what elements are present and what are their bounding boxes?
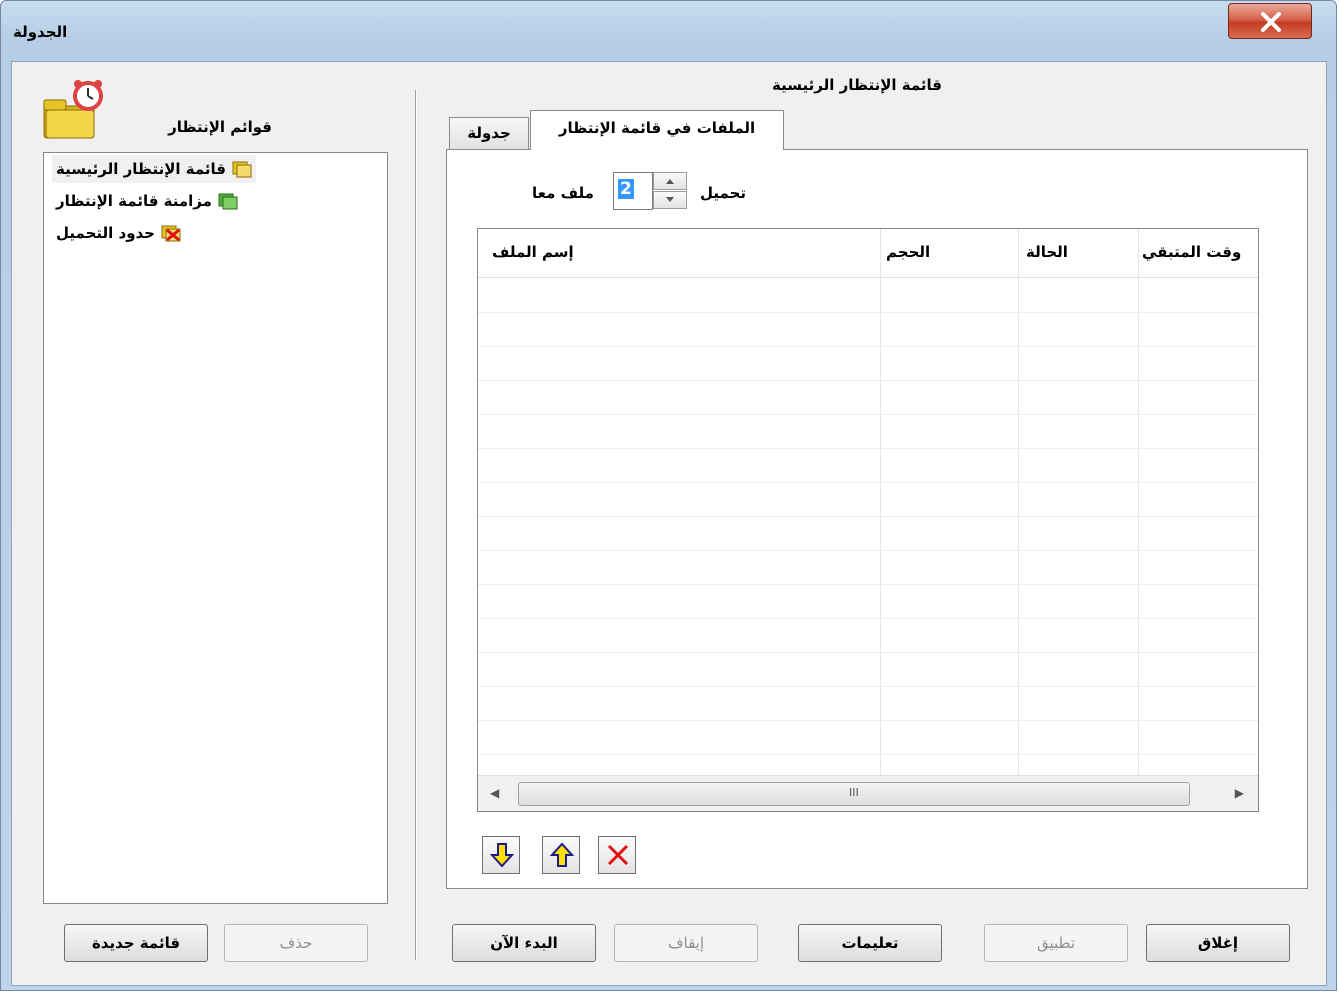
column-header-status[interactable]: الحالة xyxy=(1026,243,1068,261)
grid-row-line xyxy=(478,312,1258,313)
delete-x-icon xyxy=(607,844,629,866)
queue-item-label: حدود التحميل xyxy=(56,224,155,242)
tab-files-in-queue[interactable]: الملفات في قائمة الإنتظار xyxy=(530,110,784,150)
move-down-button[interactable] xyxy=(482,836,520,874)
remove-button[interactable] xyxy=(598,836,636,874)
delete-button[interactable]: حذف xyxy=(224,924,368,962)
files-grid[interactable]: إسم الملف الحجم الحالة وقت المتبقي ◀ III… xyxy=(477,228,1259,812)
queue-item-sync[interactable]: مزامنة قائمة الإنتظار xyxy=(52,187,242,215)
grid-row-line xyxy=(478,380,1258,381)
horizontal-scrollbar[interactable]: ◀ III ▶ xyxy=(478,775,1258,811)
grid-row-line xyxy=(478,516,1258,517)
scrollbar-grip: III xyxy=(849,786,859,799)
queue-folder-green-icon xyxy=(218,192,238,210)
queues-label: قوائم الإنتظار xyxy=(168,118,272,136)
apply-button[interactable]: تطبيق xyxy=(984,924,1128,962)
queue-folder-yellow-icon xyxy=(232,160,252,178)
scrollbar-thumb[interactable]: III xyxy=(518,782,1190,806)
close-window-button[interactable] xyxy=(1228,3,1312,39)
grid-row-line xyxy=(478,414,1258,415)
queue-item-label: مزامنة قائمة الإنتظار xyxy=(56,192,212,210)
move-up-button[interactable] xyxy=(542,836,580,874)
start-now-button[interactable]: البدء الآن xyxy=(452,924,596,962)
chevron-up-icon xyxy=(666,179,674,184)
download-limits-x-icon xyxy=(161,224,181,242)
download-label: تحميل xyxy=(700,184,747,202)
queue-item-main[interactable]: قائمة الإنتظار الرئيسية xyxy=(52,155,256,183)
arrow-down-icon xyxy=(489,843,515,868)
title-bar: الجدولة xyxy=(1,1,1336,61)
column-header-filename[interactable]: إسم الملف xyxy=(492,243,574,261)
tab-schedule[interactable]: جدولة xyxy=(449,117,529,149)
panel-divider xyxy=(415,90,417,960)
close-button[interactable]: إغلاق xyxy=(1146,924,1290,962)
grid-row-line xyxy=(478,618,1258,619)
queue-list[interactable]: قائمة الإنتظار الرئيسية مزامنة قائمة الإ… xyxy=(43,152,388,904)
column-divider xyxy=(1138,229,1139,775)
grid-row-line xyxy=(478,754,1258,755)
new-list-button[interactable]: قائمة جديدة xyxy=(64,924,208,962)
column-header-remaining-time[interactable]: وقت المتبقي xyxy=(1142,243,1241,261)
column-divider xyxy=(1018,229,1019,775)
close-icon xyxy=(1261,12,1281,32)
alarm-clock-folder-icon xyxy=(42,78,106,142)
column-divider xyxy=(880,229,881,775)
stepper-up-button[interactable] xyxy=(653,172,687,190)
column-header-size[interactable]: الحجم xyxy=(886,243,930,261)
help-button[interactable]: تعليمات xyxy=(798,924,942,962)
grid-row-line xyxy=(478,652,1258,653)
concurrent-files-input[interactable]: 2 xyxy=(613,172,653,210)
scroll-right-icon[interactable]: ▶ xyxy=(1235,786,1244,800)
stepper-down-button[interactable] xyxy=(653,191,687,209)
grid-row-line xyxy=(478,550,1258,551)
grid-row-line xyxy=(478,448,1258,449)
grid-row-line xyxy=(478,720,1258,721)
files-together-label: ملف معا xyxy=(532,184,594,202)
queue-item-download-limits[interactable]: حدود التحميل xyxy=(52,219,185,247)
arrow-up-icon xyxy=(549,842,575,867)
queue-item-label: قائمة الإنتظار الرئيسية xyxy=(56,160,226,178)
scroll-left-icon[interactable]: ◀ xyxy=(490,786,499,800)
grid-row-line xyxy=(478,346,1258,347)
dialog-client-area: قوائم الإنتظار قائمة الإنتظار الرئيسية م… xyxy=(11,61,1327,986)
grid-header: إسم الملف الحجم الحالة وقت المتبقي xyxy=(478,229,1258,278)
concurrent-stepper[interactable] xyxy=(653,172,689,210)
grid-row-line xyxy=(478,482,1258,483)
grid-row-line xyxy=(478,584,1258,585)
concurrent-files-value: 2 xyxy=(618,179,634,199)
window-title: الجدولة xyxy=(13,23,68,41)
grid-row-line xyxy=(478,686,1258,687)
chevron-down-icon xyxy=(666,197,674,202)
scheduler-window: الجدولة قوائم الإنتظار قائمة الإنتظار ال… xyxy=(0,0,1337,991)
queue-title: قائمة الإنتظار الرئيسية xyxy=(772,76,942,94)
stop-button[interactable]: إيقاف xyxy=(614,924,758,962)
